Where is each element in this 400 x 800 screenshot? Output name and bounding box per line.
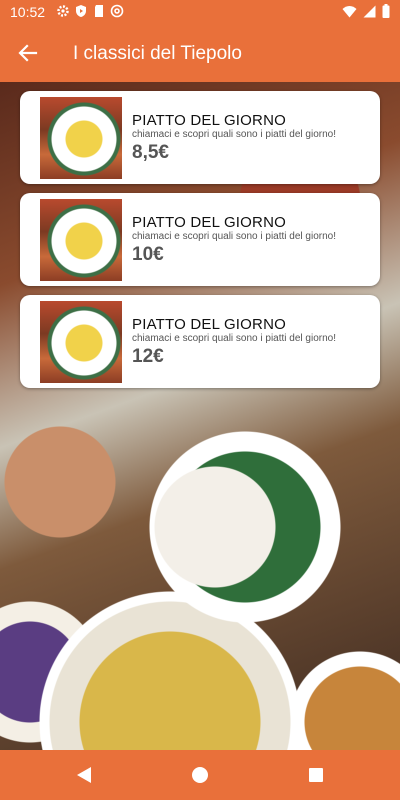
battery-icon	[382, 4, 390, 23]
menu-item-card[interactable]: PIATTO DEL GIORNO chiamaci e scopri qual…	[20, 91, 380, 184]
dish-price: 8,5€	[132, 142, 169, 163]
dish-image	[40, 97, 122, 179]
menu-item-card[interactable]: PIATTO DEL GIORNO chiamaci e scopri qual…	[20, 295, 380, 388]
menu-item-card[interactable]: PIATTO DEL GIORNO chiamaci e scopri qual…	[20, 193, 380, 286]
dish-price: 12€	[132, 346, 164, 367]
system-nav-bar	[0, 750, 400, 800]
wifi-icon	[342, 5, 357, 23]
dish-name: PIATTO DEL GIORNO	[132, 214, 286, 231]
status-right-icons	[342, 4, 390, 23]
arrow-back-icon[interactable]	[16, 41, 40, 65]
page-title: I classici del Tiepolo	[73, 43, 242, 64]
back-triangle-icon[interactable]	[73, 764, 95, 786]
dish-description: chiamaci e scopri quali sono i piatti de…	[132, 333, 336, 344]
dish-name: PIATTO DEL GIORNO	[132, 112, 286, 129]
at-icon	[110, 4, 124, 18]
status-left-icons	[56, 4, 124, 18]
recents-square-icon[interactable]	[305, 764, 327, 786]
menu-list[interactable]: PIATTO DEL GIORNO chiamaci e scopri qual…	[0, 82, 400, 750]
dish-description: chiamaci e scopri quali sono i piatti de…	[132, 231, 336, 242]
app-bar: I classici del Tiepolo	[0, 24, 400, 82]
dish-image	[40, 301, 122, 383]
dish-description: chiamaci e scopri quali sono i piatti de…	[132, 129, 336, 140]
dish-name: PIATTO DEL GIORNO	[132, 316, 286, 333]
status-bar: 10:52	[0, 0, 400, 24]
home-circle-icon[interactable]	[189, 764, 211, 786]
settings-icon	[56, 4, 70, 18]
dish-image	[40, 199, 122, 281]
status-time: 10:52	[10, 4, 46, 20]
shield-icon	[74, 4, 88, 18]
sd-card-icon	[92, 4, 106, 18]
dish-price: 10€	[132, 244, 164, 265]
signal-icon	[363, 5, 376, 23]
